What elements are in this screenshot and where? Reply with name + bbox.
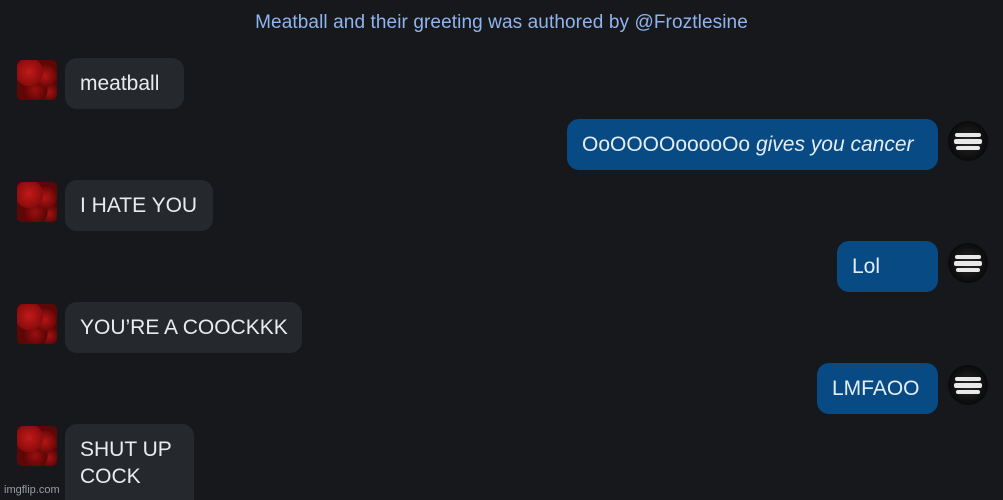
message-bubble-incoming[interactable]: SHUT UP COCK: [65, 424, 194, 500]
message-text-italic: gives you cancer: [755, 133, 914, 156]
logo-stroke: [955, 377, 981, 381]
logo-stroke: [954, 383, 982, 388]
user-logo-avatar-icon[interactable]: [948, 243, 988, 283]
meatball-avatar-icon[interactable]: [17, 182, 57, 222]
message-bubble-incoming[interactable]: YOU’RE A COOCKKK: [65, 302, 302, 353]
message-text-line: COCK: [80, 465, 141, 488]
message-text-line: SHUT UP: [80, 438, 172, 461]
logo-stroke: [956, 268, 980, 272]
logo-stroke: [956, 146, 980, 150]
meatball-avatar-icon[interactable]: [17, 60, 57, 100]
message-text: I HATE YOU: [80, 194, 198, 217]
meatball-avatar-icon[interactable]: [17, 426, 57, 466]
message-bubble-outgoing[interactable]: LMFAOO: [817, 363, 938, 414]
message-text: Lol: [852, 255, 881, 278]
user-logo-avatar-icon[interactable]: [948, 121, 988, 161]
meatball-avatar-icon[interactable]: [17, 304, 57, 344]
chat-header: Meatball and their greeting was authored…: [255, 12, 748, 33]
message-text: meatball: [80, 72, 160, 95]
message-text: YOU’RE A COOCKKK: [80, 316, 288, 339]
logo-stroke: [955, 255, 981, 259]
logo-stroke: [954, 261, 982, 266]
message-bubble-incoming[interactable]: meatball: [65, 58, 184, 109]
logo-stroke: [954, 139, 982, 144]
logo-stroke: [955, 133, 981, 137]
message-text: OoOOOOooooOo: [582, 133, 751, 156]
user-logo-avatar-icon[interactable]: [948, 365, 988, 405]
logo-stroke: [956, 390, 980, 394]
message-bubble-outgoing[interactable]: Lol: [837, 241, 938, 292]
message-bubble-outgoing[interactable]: OoOOOOooooOo gives you cancer: [567, 119, 938, 170]
chat-window: Meatball and their greeting was authored…: [0, 0, 1003, 500]
message-text: LMFAOO: [832, 377, 920, 400]
message-bubble-incoming[interactable]: I HATE YOU: [65, 180, 213, 231]
watermark: imgflip.com: [4, 484, 60, 496]
